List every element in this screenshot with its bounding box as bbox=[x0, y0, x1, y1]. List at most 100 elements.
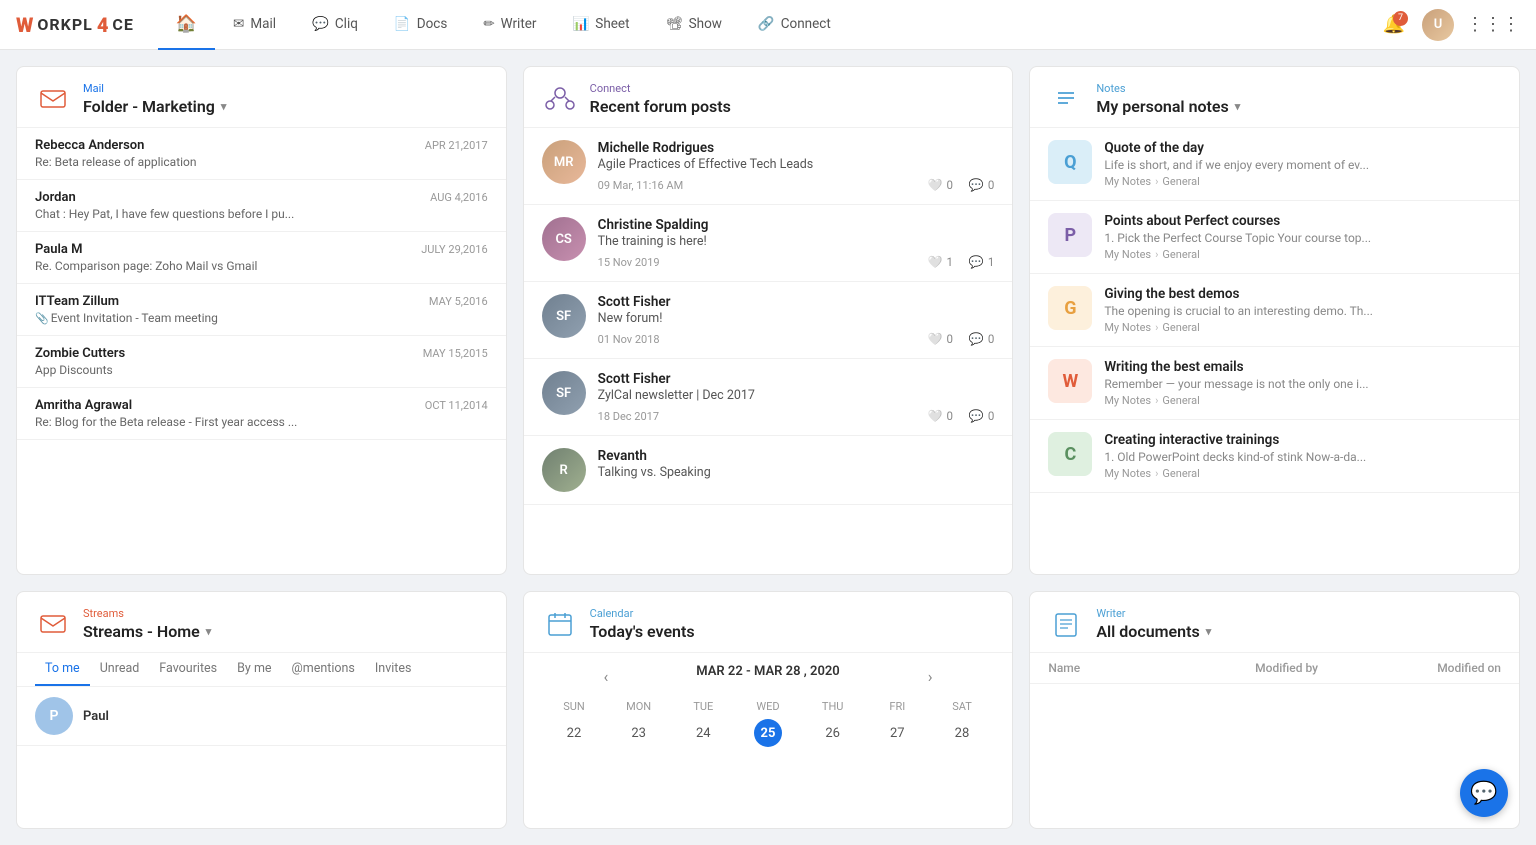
note-item[interactable]: Q Quote of the day Life is short, and if… bbox=[1030, 128, 1519, 201]
notes-card-title[interactable]: My personal notes ▾ bbox=[1096, 97, 1240, 116]
connect-card-body: MR Michelle Rodrigues Agile Practices of… bbox=[524, 128, 1013, 574]
mail-subject: Chat : Hey Pat, I have few questions bef… bbox=[35, 207, 488, 221]
likes-count: 1 bbox=[946, 255, 952, 269]
calendar-day-label: SAT bbox=[930, 696, 995, 717]
calendar-date[interactable]: 25 bbox=[754, 719, 782, 747]
show-nav-icon: 📽 bbox=[665, 16, 682, 32]
calendar-nav-row: ‹ MAR 22 - MAR 28 , 2020 › bbox=[542, 663, 995, 690]
streams-card-title[interactable]: Streams - Home ▾ bbox=[83, 622, 211, 641]
cliq-nav-label: Cliq bbox=[335, 16, 358, 32]
streams-tab-to-me[interactable]: To me bbox=[35, 653, 90, 686]
mail-date: APR 21,2017 bbox=[425, 139, 488, 152]
path-separator-icon: › bbox=[1155, 467, 1158, 480]
streams-tab-favourites[interactable]: Favourites bbox=[149, 653, 227, 686]
forum-item[interactable]: R Revanth Talking vs. Speaking bbox=[524, 436, 1013, 505]
connect-card-title: Recent forum posts bbox=[590, 97, 731, 116]
connect-header-icon-wrap bbox=[542, 81, 578, 117]
app-logo[interactable]: WORKPL4CE bbox=[16, 13, 134, 37]
calendar-date[interactable]: 26 bbox=[819, 719, 847, 747]
forum-author: Scott Fisher bbox=[598, 371, 995, 387]
calendar-date[interactable]: 23 bbox=[625, 719, 653, 747]
heart-icon: 🤍 bbox=[927, 409, 942, 423]
calendar-next-button[interactable]: › bbox=[920, 663, 941, 690]
mail-item[interactable]: ITTeam Zillum MAY 5,2016 📎Event Invitati… bbox=[17, 284, 506, 336]
comments-count: 0 bbox=[988, 178, 994, 192]
nav-item-docs[interactable]: 📄 Docs bbox=[376, 2, 465, 48]
forum-content: Michelle Rodrigues Agile Practices of Ef… bbox=[598, 140, 995, 192]
writer-card-title[interactable]: All documents ▾ bbox=[1096, 622, 1211, 641]
forum-meta: 01 Nov 2018 🤍 0 💬 0 bbox=[598, 332, 995, 346]
forum-meta: 15 Nov 2019 🤍 1 💬 1 bbox=[598, 255, 995, 269]
forum-comments: 💬 0 bbox=[969, 409, 994, 423]
nav-item-mail[interactable]: ✉ Mail bbox=[215, 2, 294, 48]
forum-item[interactable]: SF Scott Fisher ZylCal newsletter | Dec … bbox=[524, 359, 1013, 436]
mail-date: MAY 5,2016 bbox=[429, 295, 488, 308]
notes-icon bbox=[1052, 85, 1080, 113]
note-item[interactable]: C Creating interactive trainings 1. Old … bbox=[1030, 420, 1519, 493]
calendar-prev-button[interactable]: ‹ bbox=[595, 663, 616, 690]
calendar-day-label: FRI bbox=[865, 696, 930, 717]
mail-item[interactable]: Paula M JULY 29,2016 Re. Comparison page… bbox=[17, 232, 506, 284]
writer-card-body: Name Modified by Modified on bbox=[1030, 653, 1519, 828]
calendar-card: Calendar Today's events ‹ MAR 22 - MAR 2… bbox=[523, 591, 1014, 829]
nav-item-writer[interactable]: ✏ Writer bbox=[465, 2, 554, 48]
user-avatar[interactable]: U bbox=[1422, 9, 1454, 41]
mail-item[interactable]: Jordan AUG 4,2016 Chat : Hey Pat, I have… bbox=[17, 180, 506, 232]
calendar-day-label: TUE bbox=[671, 696, 736, 717]
mail-item[interactable]: Rebecca Anderson APR 21,2017 Re: Beta re… bbox=[17, 128, 506, 180]
note-item[interactable]: W Writing the best emails Remember — you… bbox=[1030, 347, 1519, 420]
writer-col-name: Name bbox=[1030, 653, 1154, 684]
forum-item[interactable]: CS Christine Spalding The training is he… bbox=[524, 205, 1013, 282]
calendar-date[interactable]: 22 bbox=[560, 719, 588, 747]
nav-item-cliq[interactable]: 💬 Cliq bbox=[294, 2, 376, 48]
streams-section-label: Streams bbox=[83, 607, 211, 620]
sheet-nav-icon: 📊 bbox=[572, 16, 589, 32]
nav-item-sheet[interactable]: 📊 Sheet bbox=[554, 2, 647, 48]
heart-icon: 🤍 bbox=[927, 255, 942, 269]
path-separator-icon: › bbox=[1155, 248, 1158, 261]
apps-grid-icon[interactable]: ⋮⋮⋮ bbox=[1466, 14, 1520, 35]
path-separator-icon: › bbox=[1155, 321, 1158, 334]
nav-items: 🏠 ✉ Mail 💬 Cliq 📄 Docs ✏ Writer 📊 Sheet … bbox=[158, 0, 1378, 50]
comment-icon: 💬 bbox=[969, 178, 984, 192]
note-content: Giving the best demos The opening is cru… bbox=[1104, 286, 1501, 334]
mail-item[interactable]: Amritha Agrawal OCT 11,2014 Re: Blog for… bbox=[17, 388, 506, 440]
forum-author: Michelle Rodrigues bbox=[598, 140, 995, 156]
nav-item-show[interactable]: 📽 Show bbox=[647, 2, 739, 48]
forum-date: 18 Dec 2017 bbox=[598, 410, 912, 423]
note-badge: Q bbox=[1048, 140, 1092, 184]
mail-from: Zombie Cutters bbox=[35, 346, 125, 361]
forum-meta: 09 Mar, 11:16 AM 🤍 0 💬 0 bbox=[598, 178, 995, 192]
connect-icon bbox=[542, 81, 578, 117]
notification-button[interactable]: 🔔 7 bbox=[1378, 9, 1410, 41]
mail-item[interactable]: Zombie Cutters MAY 15,2015 App Discounts bbox=[17, 336, 506, 388]
streams-tab-by-me[interactable]: By me bbox=[227, 653, 281, 686]
connect-nav-icon: 🔗 bbox=[758, 16, 775, 32]
forum-item[interactable]: SF Scott Fisher New forum! 01 Nov 2018 🤍… bbox=[524, 282, 1013, 359]
note-item[interactable]: G Giving the best demos The opening is c… bbox=[1030, 274, 1519, 347]
streams-tab-mentions[interactable]: @mentions bbox=[282, 653, 365, 686]
comments-count: 1 bbox=[988, 255, 994, 269]
calendar-day-label: WED bbox=[736, 696, 801, 717]
calendar-date[interactable]: 27 bbox=[883, 719, 911, 747]
mail-card-title[interactable]: Folder - Marketing ▾ bbox=[83, 97, 226, 116]
streams-tab-unread[interactable]: Unread bbox=[90, 653, 150, 686]
calendar-date[interactable]: 24 bbox=[689, 719, 717, 747]
chat-fab-button[interactable]: 💬 bbox=[1460, 769, 1508, 817]
calendar-date[interactable]: 28 bbox=[948, 719, 976, 747]
comment-icon: 💬 bbox=[969, 255, 984, 269]
forum-author: Revanth bbox=[598, 448, 995, 464]
streams-tab-invites[interactable]: Invites bbox=[365, 653, 422, 686]
stream-item[interactable]: P Paul bbox=[17, 687, 506, 746]
forum-item[interactable]: MR Michelle Rodrigues Agile Practices of… bbox=[524, 128, 1013, 205]
note-item[interactable]: P Points about Perfect courses 1. Pick t… bbox=[1030, 201, 1519, 274]
note-path-to: General bbox=[1162, 248, 1199, 261]
forum-author: Christine Spalding bbox=[598, 217, 995, 233]
nav-item-home[interactable]: 🏠 bbox=[158, 0, 215, 50]
note-preview: Life is short, and if we enjoy every mom… bbox=[1104, 158, 1501, 172]
writer-nav-icon: ✏ bbox=[483, 16, 494, 32]
note-title: Giving the best demos bbox=[1104, 286, 1501, 302]
writer-card-header: Writer All documents ▾ bbox=[1030, 592, 1519, 653]
forum-avatar: MR bbox=[542, 140, 586, 184]
nav-item-connect[interactable]: 🔗 Connect bbox=[740, 2, 849, 48]
